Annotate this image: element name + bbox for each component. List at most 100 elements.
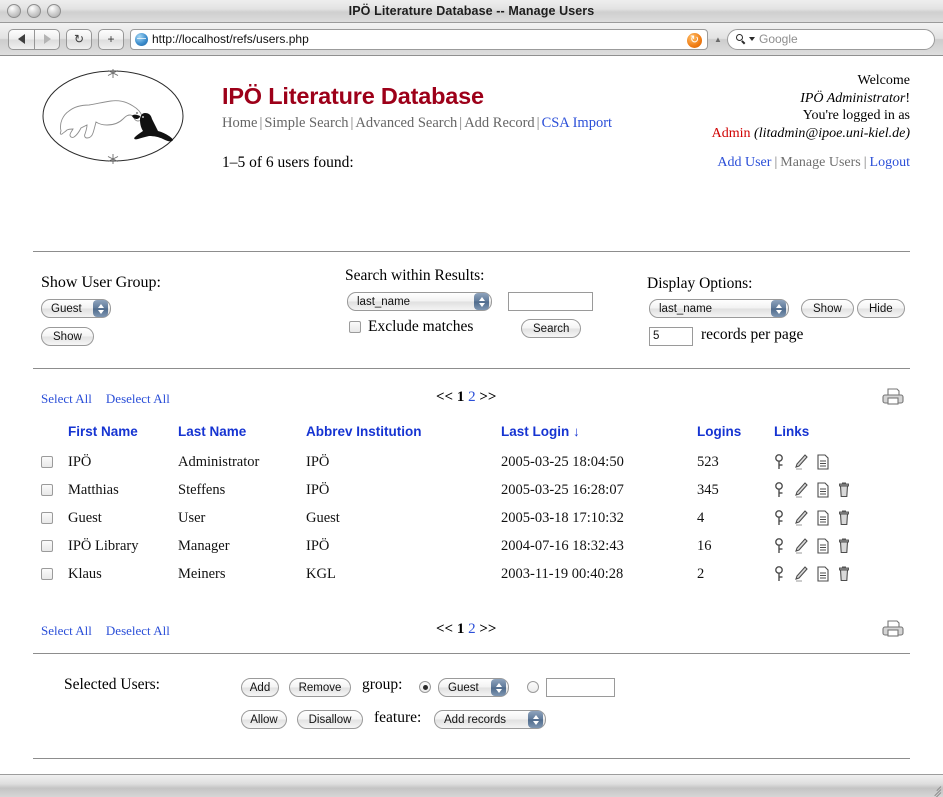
deselect-all-link[interactable]: Deselect All [106, 391, 170, 406]
search-field-select[interactable]: last_name [347, 292, 492, 311]
back-button[interactable] [8, 28, 34, 50]
record-icon[interactable] [817, 482, 829, 498]
display-field-select[interactable]: last_name [649, 299, 789, 318]
nav-advanced-search[interactable]: Advanced Search [355, 115, 457, 131]
search-placeholder: Google [759, 32, 798, 46]
header-last-login[interactable]: Last Login ↓ [501, 424, 697, 448]
header-first-name[interactable]: First Name [68, 424, 178, 448]
row-checkbox[interactable] [41, 568, 53, 581]
plus-icon: + [107, 32, 115, 46]
header-logins[interactable]: Logins [697, 424, 774, 448]
trash-icon[interactable] [838, 482, 850, 498]
nav-csa-import[interactable]: CSA Import [542, 115, 613, 131]
reload-button[interactable]: ↻ [66, 28, 92, 50]
display-hide-button[interactable]: Hide [857, 299, 905, 318]
row-checkbox[interactable] [41, 512, 53, 525]
pager-page-2-bottom[interactable]: 2 [468, 621, 476, 637]
reload-page-icon[interactable]: ↻ [687, 32, 702, 48]
pencil-icon[interactable] [795, 510, 808, 526]
resize-grip[interactable] [927, 781, 942, 797]
record-icon[interactable] [817, 510, 829, 526]
logout-link[interactable]: Logout [870, 155, 910, 170]
pencil-icon[interactable] [795, 482, 808, 498]
select-all-link[interactable]: Select All [41, 391, 92, 406]
feature-select[interactable]: Add records [434, 710, 546, 729]
row-select-cell[interactable] [41, 476, 68, 504]
trash-icon[interactable] [838, 510, 850, 526]
minimize-button[interactable] [27, 4, 41, 18]
search-within-results-label: Search within Results: [345, 267, 485, 284]
manage-users-link[interactable]: Manage Users [780, 155, 860, 170]
toolbar-overflow-caret[interactable]: ▲ [714, 35, 722, 44]
browser-toolbar: ↻ + http://localhost/refs/users.php ↻ ▲ … [0, 23, 943, 56]
row-select-cell[interactable] [41, 504, 68, 532]
cell-last-name: Meiners [178, 565, 226, 582]
key-icon[interactable] [774, 566, 786, 582]
add-bookmark-button[interactable]: + [98, 28, 124, 50]
pencil-icon[interactable] [795, 566, 808, 582]
cell-logins: 345 [697, 481, 719, 498]
key-icon[interactable] [774, 454, 786, 470]
search-text-input[interactable] [508, 292, 593, 311]
row-checkbox[interactable] [41, 540, 53, 553]
forward-button[interactable] [34, 28, 60, 50]
trash-icon[interactable] [838, 566, 850, 582]
add-button[interactable]: Add [241, 678, 279, 697]
pencil-icon[interactable] [795, 538, 808, 554]
display-show-button[interactable]: Show [801, 299, 854, 318]
header-last-name[interactable]: Last Name [178, 424, 306, 448]
url-bar[interactable]: http://localhost/refs/users.php ↻ [130, 28, 708, 50]
record-icon[interactable] [817, 454, 829, 470]
records-per-page-input[interactable]: 5 [649, 327, 693, 346]
add-user-link[interactable]: Add User [717, 155, 771, 170]
key-icon[interactable] [774, 482, 786, 498]
table-row: Klaus Meiners KGL 2003-11-19 00:40:28 2 [41, 560, 910, 588]
printer-icon[interactable] [882, 386, 904, 406]
row-select-cell[interactable] [41, 532, 68, 560]
nav-simple-search[interactable]: Simple Search [264, 115, 348, 131]
row-checkbox[interactable] [41, 484, 53, 497]
pencil-icon[interactable] [795, 454, 808, 470]
pager-page-1[interactable]: 1 [457, 389, 465, 405]
google-search-box[interactable]: Google [727, 28, 935, 50]
pager-page-1-bottom[interactable]: 1 [457, 621, 465, 637]
header-abbrev-institution[interactable]: Abbrev Institution [306, 424, 501, 448]
disallow-button[interactable]: Disallow [297, 710, 363, 729]
key-icon[interactable] [774, 538, 786, 554]
pager-page-2[interactable]: 2 [468, 389, 476, 405]
nav-add-record[interactable]: Add Record [464, 115, 534, 131]
pager-next[interactable]: >> [479, 389, 496, 405]
nav-home[interactable]: Home [222, 115, 257, 131]
row-action-icons [774, 482, 910, 498]
row-select-cell[interactable] [41, 448, 68, 476]
group-select[interactable]: Guest [438, 678, 509, 697]
page-title: IPÖ Literature Database [222, 83, 484, 109]
remove-button[interactable]: Remove [289, 678, 351, 697]
record-icon[interactable] [817, 538, 829, 554]
key-icon[interactable] [774, 510, 786, 526]
zoom-button[interactable] [47, 4, 61, 18]
allow-button[interactable]: Allow [241, 710, 287, 729]
row-checkbox[interactable] [41, 456, 53, 469]
trash-icon[interactable] [838, 538, 850, 554]
select-all-link-bottom[interactable]: Select All [41, 623, 92, 638]
pager-next-bottom[interactable]: >> [479, 621, 496, 637]
user-group-select[interactable]: Guest [41, 299, 111, 318]
exclude-matches-checkbox[interactable] [349, 321, 361, 333]
row-select-cell[interactable] [41, 560, 68, 588]
search-button[interactable]: Search [521, 319, 582, 338]
user-links: Add User | Manage Users | Logout [717, 155, 910, 170]
show-user-group-button[interactable]: Show [41, 327, 94, 346]
pager-prev[interactable]: << [436, 389, 453, 405]
deselect-all-link-bottom[interactable]: Deselect All [106, 623, 170, 638]
record-icon[interactable] [817, 566, 829, 582]
exclude-matches-row[interactable]: Exclude matches [349, 318, 473, 336]
close-button[interactable] [7, 4, 21, 18]
pager-prev-bottom[interactable]: << [436, 621, 453, 637]
group-custom-input[interactable] [546, 678, 615, 697]
group-custom-radio[interactable] [527, 681, 539, 693]
group-select-radio[interactable] [419, 681, 431, 693]
table-row: IPÖ Library Manager IPÖ 2004-07-16 18:32… [41, 532, 910, 560]
printer-icon-bottom[interactable] [882, 618, 904, 638]
row-action-icons [774, 454, 910, 470]
